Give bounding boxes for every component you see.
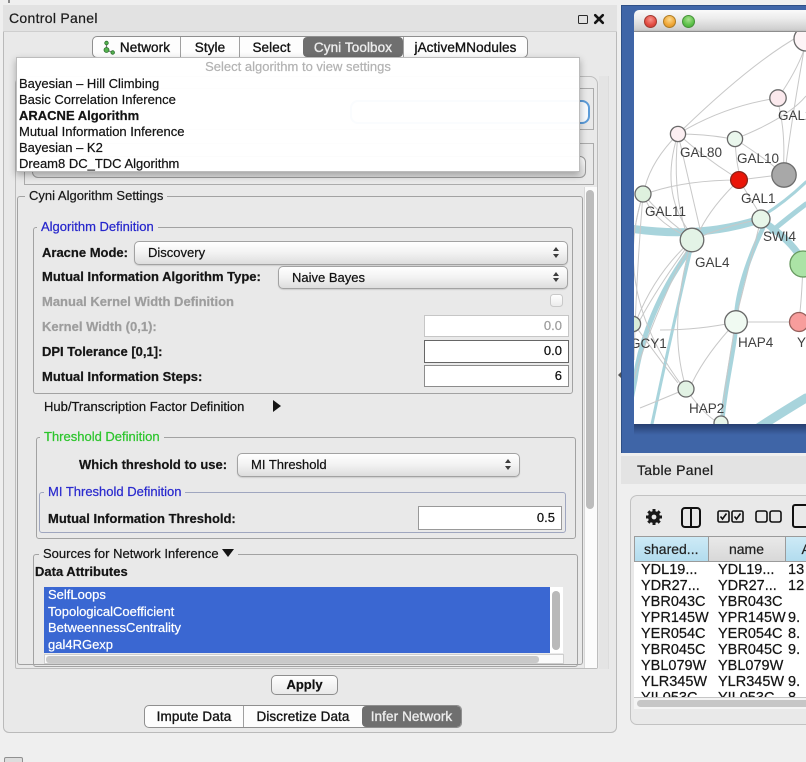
svg-text:YDR: YDR [797,335,806,350]
svg-text:SWI4: SWI4 [763,229,796,244]
svg-text:GAL2: GAL2 [778,108,806,123]
svg-text:GAL4: GAL4 [695,255,730,270]
svg-text:GAL1: GAL1 [741,191,776,206]
svg-text:HAP4: HAP4 [738,335,774,350]
svg-text:HAP2: HAP2 [689,401,724,416]
svg-text:GAL80: GAL80 [680,145,722,160]
svg-text:GAL11: GAL11 [645,204,686,219]
svg-text:GAL10: GAL10 [737,151,779,166]
svg-text:GCY1: GCY1 [634,336,667,351]
